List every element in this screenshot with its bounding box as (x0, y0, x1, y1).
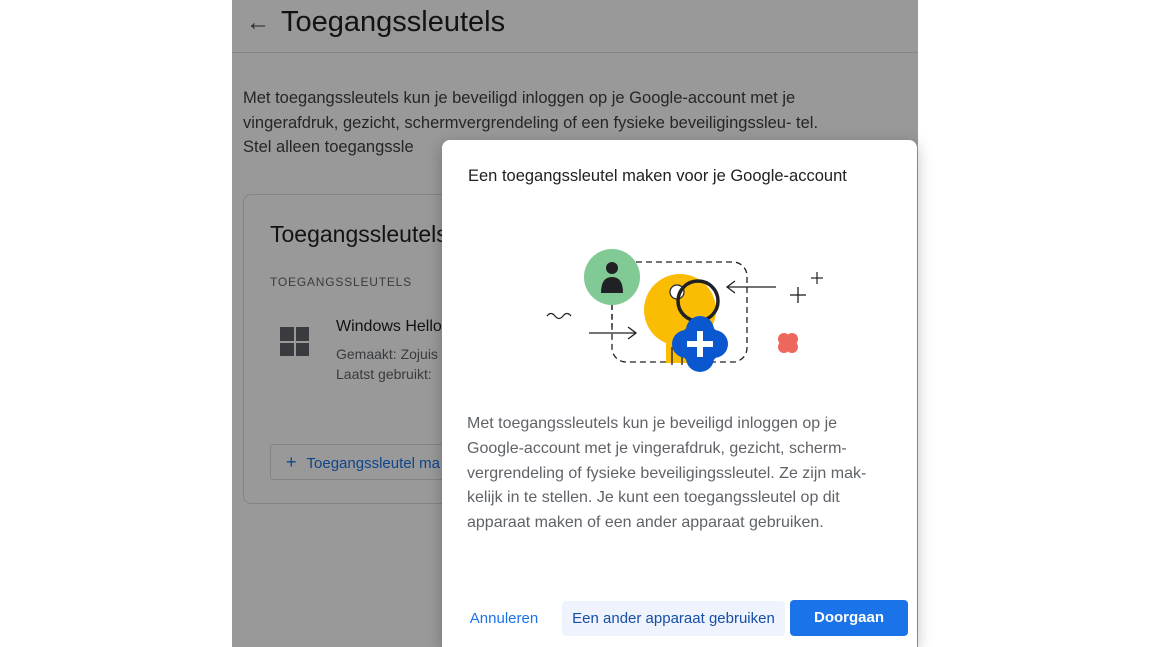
dialog-body: Met toegangssleutels kun je beveiligd in… (467, 415, 867, 532)
use-other-device-button[interactable]: Een ander apparaat gebruiken (562, 601, 785, 636)
red-dot-icon (778, 333, 798, 353)
continue-button[interactable]: Doorgaan (790, 600, 908, 636)
create-passkey-dialog: Een toegangssleutel maken voor je Google… (442, 140, 917, 647)
cancel-button[interactable]: Annuleren (454, 601, 554, 636)
passkey-illustration (546, 249, 823, 372)
dialog-title: Een toegangssleutel maken voor je Google… (468, 167, 847, 185)
avatar-badge-icon (584, 249, 640, 305)
